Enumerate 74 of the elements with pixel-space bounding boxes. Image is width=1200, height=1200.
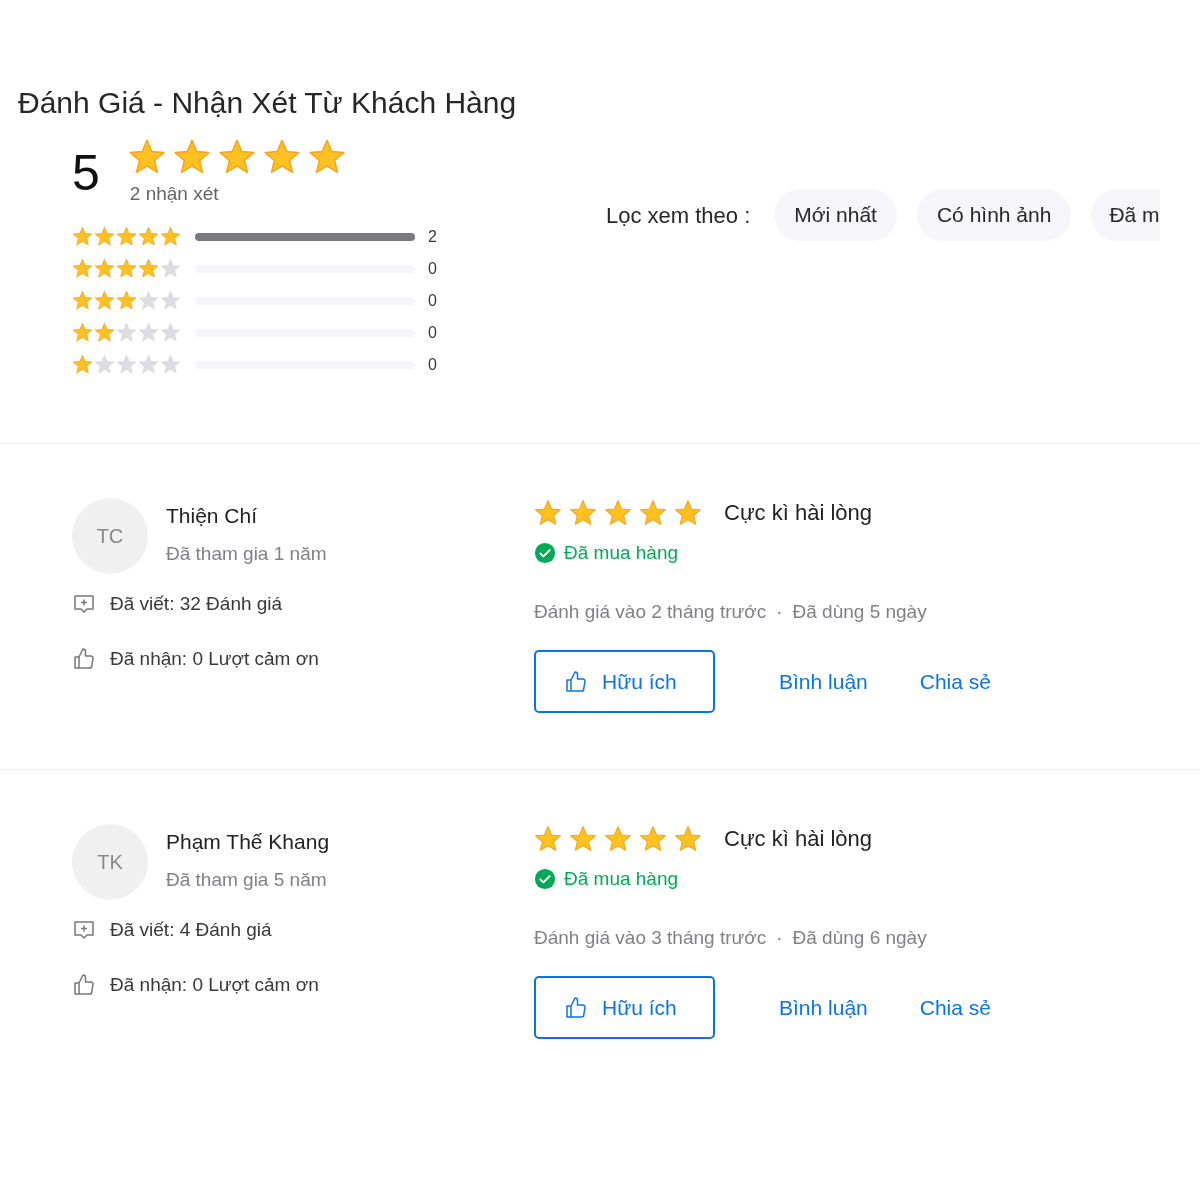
star-icon (674, 824, 702, 853)
separator-dot: · (776, 599, 783, 624)
share-link[interactable]: Chia sẻ (919, 665, 991, 698)
helpful-button[interactable]: Hữu ích (534, 650, 715, 713)
rating-count: 0 (428, 290, 437, 311)
purchase-status: Đã mua hàng (564, 541, 679, 565)
star-icon (94, 322, 115, 343)
purchase-status: Đã mua hàng (564, 867, 679, 891)
star-icon (72, 258, 93, 279)
reviewer-name: Phạm Thế Khang (166, 829, 330, 855)
star-icon (72, 354, 93, 375)
star-icon (534, 824, 562, 853)
star-icon (262, 138, 301, 176)
rating-count: 2 (428, 226, 437, 247)
star-icon (604, 498, 632, 527)
filter-chip[interactable]: Có hình ảnh (916, 189, 1072, 241)
thumbs-up-icon (72, 646, 96, 671)
star-icon (217, 138, 256, 176)
review-count: Đã viết: 32 Đánh giá (110, 592, 283, 616)
share-link[interactable]: Chia sẻ (919, 991, 991, 1024)
review-date: Đánh giá vào 3 tháng trước (534, 925, 767, 950)
join-duration: Đã tham gia 5 năm (166, 867, 328, 892)
rating-count: 0 (428, 354, 437, 375)
star-icon (569, 824, 597, 853)
separator-dot: · (776, 925, 783, 950)
star-icon (138, 226, 159, 247)
avatar: TC (72, 498, 148, 574)
star-icon (534, 498, 562, 527)
thumbs-up-icon (564, 995, 588, 1020)
thumbs-up-icon (564, 669, 588, 694)
star-icon (116, 226, 137, 247)
star-icon (127, 138, 166, 176)
thanks-count: Đã nhận: 0 Lượt cảm ơn (110, 646, 319, 671)
review-count: Đã viết: 4 Đánh giá (110, 918, 272, 942)
review-headline: Cực kì hài lòng (724, 825, 873, 853)
star-icon (172, 138, 211, 176)
star-icon (604, 824, 632, 853)
join-duration: Đã tham gia 1 năm (166, 541, 327, 566)
star-icon (72, 322, 93, 343)
star-icon (160, 226, 181, 247)
check-circle-icon (534, 868, 556, 891)
check-circle-icon (534, 542, 556, 565)
filter-chip[interactable]: Đã m (1091, 189, 1160, 241)
review-headline: Cực kì hài lòng (724, 499, 873, 527)
comment-link[interactable]: Bình luận (779, 665, 868, 698)
review-total: 2 nhận xét (129, 182, 220, 206)
star-icon (307, 138, 346, 176)
star-icon (94, 258, 115, 279)
section-title: Đánh Giá - Nhận Xét Từ Khách Hàng (18, 88, 518, 118)
star-icon (94, 226, 115, 247)
filter-label: Lọc xem theo : (606, 201, 751, 230)
star-icon (116, 258, 137, 279)
star-icon (674, 498, 702, 527)
star-icon (569, 498, 597, 527)
thumbs-up-icon (72, 972, 96, 997)
star-icon (72, 290, 93, 311)
rating-count: 0 (428, 322, 437, 343)
star-icon (94, 290, 115, 311)
star-icon (639, 498, 667, 527)
star-icon (138, 258, 159, 279)
reviewer-name: Thiện Chí (166, 503, 259, 529)
review-date: Đánh giá vào 2 tháng trước (534, 599, 767, 624)
star-icon (72, 226, 93, 247)
avatar: TK (72, 824, 148, 900)
average-score: 5 (72, 148, 100, 198)
star-icon (116, 290, 137, 311)
helpful-button[interactable]: Hữu ích (534, 976, 715, 1039)
filter-chip[interactable]: Mới nhất (774, 189, 897, 241)
thanks-count: Đã nhận: 0 Lượt cảm ơn (110, 972, 319, 997)
star-icon (639, 824, 667, 853)
usage-duration: Đã dùng 5 ngày (792, 599, 927, 624)
usage-duration: Đã dùng 6 ngày (792, 925, 927, 950)
rating-count: 0 (428, 258, 437, 279)
comment-link[interactable]: Bình luận (779, 991, 868, 1024)
